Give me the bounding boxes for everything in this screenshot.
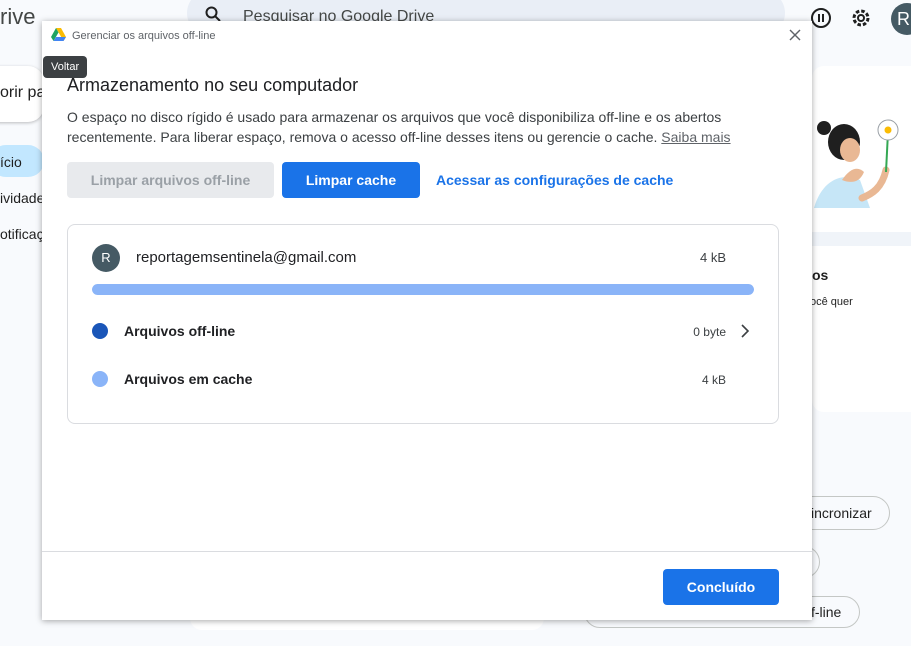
account-email: reportagemsentinela@gmail.com <box>136 249 357 266</box>
clear-cache-button[interactable]: Limpar cache <box>282 162 420 198</box>
offline-files-size: 0 byte <box>693 325 726 339</box>
card-separator <box>812 232 911 246</box>
storage-usage-fill <box>92 284 754 295</box>
cached-files-label: Arquivos em cache <box>124 371 253 387</box>
drive-brand-text: rive <box>0 4 36 29</box>
cache-settings-link[interactable]: Acessar as configurações de cache <box>436 172 673 188</box>
offline-files-row[interactable]: Arquivos off-line 0 byte <box>68 311 778 351</box>
dialog-heading: Armazenamento no seu computador <box>67 75 359 95</box>
offline-files-label: Arquivos off-line <box>124 323 236 339</box>
account-avatar[interactable]: R <box>891 3 911 35</box>
offline-status-icon[interactable] <box>809 6 833 30</box>
chevron-right-icon[interactable] <box>738 323 752 339</box>
sync-pill-label: incronizar <box>811 505 872 521</box>
close-icon[interactable] <box>787 27 803 43</box>
dialog-window-title: Gerenciar os arquivos off-line <box>72 30 216 42</box>
search-icon[interactable] <box>205 6 221 22</box>
cached-files-size: 4 kB <box>701 373 726 387</box>
nav-item-activity[interactable]: ividade <box>0 190 44 206</box>
cached-files-row: Arquivos em cache 4 kB <box>68 359 778 399</box>
description-text: O espaço no disco rígido é usado para ar… <box>67 109 722 145</box>
suggestion-card-text: ocê quer <box>810 296 853 308</box>
google-drive-logo-icon <box>51 28 66 41</box>
clear-offline-files-button[interactable]: Limpar arquivos off-line <box>67 162 274 198</box>
storage-usage-bar <box>92 284 754 295</box>
learn-more-link[interactable]: Saiba mais <box>661 129 730 145</box>
dialog-footer-divider <box>42 551 812 552</box>
offline-files-dot <box>92 323 108 339</box>
nav-item-notifications[interactable]: otificaç <box>0 226 44 242</box>
gear-icon[interactable] <box>849 6 873 30</box>
cached-files-dot <box>92 371 108 387</box>
account-total-size: 4 kB <box>699 250 726 265</box>
nav-item-home-label: ício <box>0 154 22 170</box>
account-storage-card: R reportagemsentinela@gmail.com 4 kB Arq… <box>67 224 779 424</box>
account-avatar: R <box>92 244 120 272</box>
dialog-description: O espaço no disco rígido é usado para ar… <box>67 107 767 147</box>
manage-offline-files-dialog: Gerenciar os arquivos off-line Voltar Ar… <box>42 21 812 620</box>
person-with-flower-illustration <box>814 119 899 208</box>
suggestion-card-title: os <box>812 267 829 283</box>
offline-pill-label: f-line <box>811 604 842 620</box>
done-button[interactable]: Concluído <box>663 569 779 605</box>
new-button-label: orir pa <box>0 84 46 101</box>
